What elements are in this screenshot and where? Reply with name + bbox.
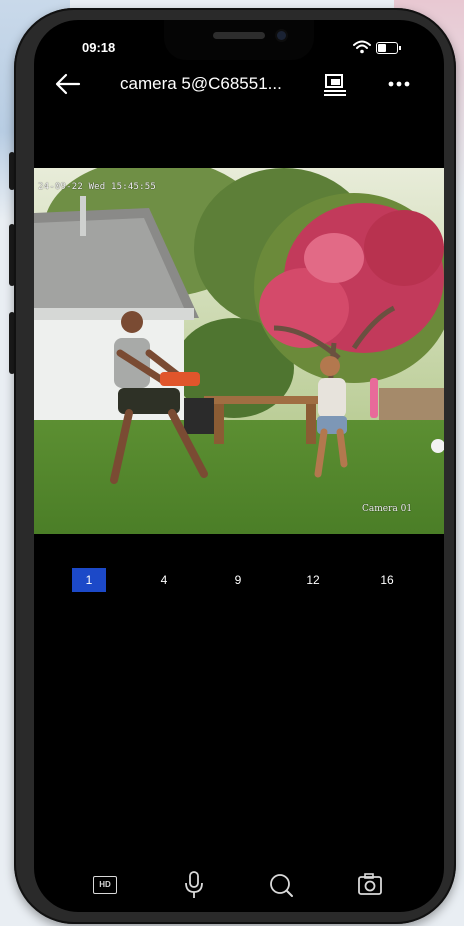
bottom-toolbar: HD	[34, 868, 444, 902]
split-option-1[interactable]: 1	[72, 568, 106, 592]
more-dots-icon	[388, 81, 410, 87]
hd-button[interactable]: HD	[88, 868, 122, 902]
front-camera	[277, 31, 286, 40]
wifi-icon	[353, 40, 371, 54]
live-video-view[interactable]: 24-09-22 Wed 15:45:55 Camera 01	[34, 168, 444, 534]
split-option-4[interactable]: 4	[147, 568, 181, 592]
zoom-search-icon	[270, 874, 293, 897]
status-time: 09:18	[82, 40, 116, 55]
video-camera-label: Camera 01	[362, 504, 413, 514]
microphone-icon	[185, 871, 203, 898]
zoom-button[interactable]	[264, 868, 298, 902]
arrow-left-icon	[55, 73, 81, 95]
split-option-16[interactable]: 16	[370, 568, 404, 592]
app-screen: 09:18 camera 5@C68551... 24-09-22 Wed 15…	[34, 20, 444, 912]
video-frame-image	[34, 168, 444, 534]
device-settings-icon	[324, 74, 346, 96]
split-option-9[interactable]: 9	[221, 568, 255, 592]
earpiece-speaker	[213, 32, 265, 39]
microphone-button[interactable]	[177, 868, 211, 902]
split-option-12[interactable]: 12	[296, 568, 330, 592]
more-button[interactable]	[384, 72, 414, 96]
back-button[interactable]	[54, 72, 82, 96]
hd-icon: HD	[93, 876, 117, 894]
snapshot-camera-icon	[358, 873, 382, 895]
notch	[164, 20, 314, 60]
battery-icon	[376, 42, 401, 54]
page-title: camera 5@C68551...	[120, 74, 282, 93]
device-settings-button[interactable]	[322, 71, 348, 97]
video-timestamp: 24-09-22 Wed 15:45:55	[38, 182, 156, 192]
split-screen-selector: 1 4 9 12 16	[34, 568, 444, 594]
snapshot-button[interactable]	[353, 868, 387, 902]
